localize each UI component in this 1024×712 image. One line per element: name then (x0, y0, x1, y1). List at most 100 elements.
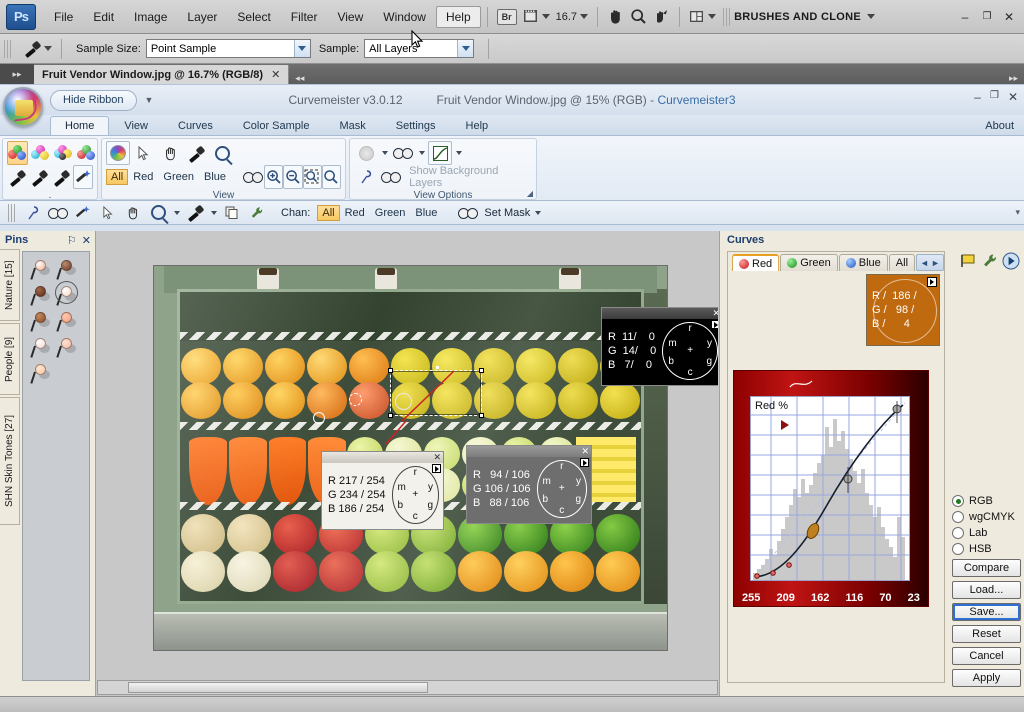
chevron-down-icon[interactable] (866, 14, 875, 19)
radio-wgcmyk[interactable]: wgCMYK (952, 511, 1022, 523)
hide-ribbon-button[interactable]: Hide Ribbon (50, 89, 137, 111)
ribbon-tab-color-sample[interactable]: Color Sample (228, 116, 325, 135)
channel-red[interactable]: Red (128, 171, 158, 183)
toggle-mask-view-button[interactable] (242, 165, 264, 189)
mask-view-button[interactable] (391, 141, 415, 165)
readout-light[interactable]: ✕ R 217 / 254 G 234 / 254 B 186 / 254 r … (321, 451, 444, 530)
crosshair-marker[interactable] (436, 365, 440, 369)
chevron-down-icon[interactable] (172, 210, 181, 215)
swatch-expand-icon[interactable] (927, 277, 937, 287)
tabstrip-scroll-left[interactable]: ◂◂ (295, 73, 304, 84)
readout-expand-icon[interactable] (432, 464, 441, 473)
arrange-documents-button[interactable] (686, 6, 719, 28)
auto-pin-button[interactable] (73, 165, 93, 189)
t2-channel-blue[interactable]: Blue (410, 207, 442, 219)
apply-button[interactable]: Apply (952, 669, 1021, 687)
close-icon[interactable]: ✕ (712, 308, 718, 319)
t2-preferences-button[interactable] (246, 203, 268, 223)
menu-edit[interactable]: Edit (83, 6, 124, 28)
readout-expand-icon[interactable] (711, 320, 718, 329)
t2-eyedropper-button[interactable] (184, 203, 206, 223)
t2-channel-green[interactable]: Green (370, 207, 411, 219)
radio-hsb[interactable]: HSB (952, 543, 1022, 555)
t2-hand-button[interactable] (122, 203, 144, 223)
sample-size-select[interactable]: Point Sample (145, 39, 311, 58)
save-button[interactable]: Save... (952, 603, 1021, 621)
about-link[interactable]: About (985, 120, 1014, 132)
close-icon[interactable]: ✕ (433, 452, 441, 463)
load-button[interactable]: Load... (952, 581, 1021, 599)
ribbon-tab-curves[interactable]: Curves (163, 116, 228, 135)
ribbon-tab-view[interactable]: View (109, 116, 163, 135)
chevron-down-icon[interactable] (417, 151, 426, 155)
cancel-button[interactable]: Cancel (952, 647, 1021, 665)
document-tab[interactable]: Fruit Vendor Window.jpg @ 16.7% (RGB/8) … (34, 65, 290, 84)
pin-toggle-button[interactable] (354, 165, 378, 189)
menu-file[interactable]: File (44, 6, 83, 28)
list-item[interactable] (30, 312, 50, 334)
pins-tab-people[interactable]: People [9] (0, 323, 20, 395)
toolbar2-overflow-icon[interactable]: ▾ (1015, 207, 1020, 218)
eyedropper-tool-button[interactable] (184, 141, 208, 165)
close-icon[interactable]: ✕ (581, 446, 589, 457)
channel-blue[interactable]: Blue (199, 171, 231, 183)
scrollbar-thumb[interactable] (128, 682, 428, 693)
list-item[interactable] (55, 281, 78, 308)
close-icon[interactable]: ✕ (82, 234, 91, 247)
toolbar2-grip[interactable] (8, 203, 15, 222)
tab-blue[interactable]: Blue (838, 254, 888, 271)
channel-nav-buttons[interactable]: ◄ ► (916, 254, 944, 271)
pin-icon[interactable]: ⚐ (67, 234, 77, 247)
hand-tool-button[interactable] (604, 6, 627, 28)
ribbon-tab-help[interactable]: Help (451, 116, 504, 135)
readout-gray[interactable]: ✕ R 94 / 106 G 106 / 106 B 88 / 106 r y … (466, 445, 592, 524)
workspace-name[interactable]: BRUSHES AND CLONE (734, 11, 861, 23)
ps-restore-button[interactable]: ❐ (976, 7, 998, 27)
tabstrip-expand-button[interactable]: ▸▸ (0, 64, 34, 84)
menu-help[interactable]: Help (435, 5, 481, 28)
tab-all[interactable]: All (888, 254, 916, 271)
bridge-button[interactable]: Br (494, 6, 520, 28)
menu-layer[interactable]: Layer (177, 6, 227, 28)
cm-restore-button[interactable]: ❐ (990, 90, 999, 104)
menu-select[interactable]: Select (227, 6, 280, 28)
zoom-tool-button[interactable] (210, 141, 234, 165)
quick-access-chevron-icon[interactable]: ▼ (145, 95, 154, 105)
list-item[interactable] (56, 260, 76, 282)
select-tool-button[interactable] (132, 141, 156, 165)
pins-list[interactable] (22, 251, 90, 681)
t2-mask-button[interactable] (47, 203, 69, 223)
rotate-view-button[interactable] (650, 6, 673, 28)
pins-tab-skin-tones[interactable]: SHN Skin Tones [27] (0, 397, 20, 525)
ps-close-button[interactable]: ✕ (998, 7, 1020, 27)
tabstrip-scroll-right[interactable]: ▸▸ (1009, 73, 1018, 84)
list-item[interactable] (56, 338, 76, 360)
cm-close-button[interactable]: ✕ (1008, 90, 1018, 104)
show-mask-button[interactable] (380, 165, 404, 189)
reset-button[interactable]: Reset (952, 625, 1021, 643)
options-bar-grip[interactable] (4, 39, 11, 58)
zoom-level-display[interactable]: 16.7 (553, 6, 591, 28)
channel-all[interactable]: All (106, 169, 129, 185)
t2-zoom-button[interactable] (147, 203, 169, 223)
radio-lab[interactable]: Lab (952, 527, 1022, 539)
canvas-horizontal-scrollbar[interactable] (97, 680, 718, 695)
radio-rgb[interactable]: RGB (952, 495, 1022, 507)
show-background-layers-label[interactable]: Show Background Layers (409, 165, 532, 189)
close-icon[interactable]: ✕ (271, 68, 280, 81)
ribbon-tab-home[interactable]: Home (50, 116, 110, 135)
colorspace-lab-button[interactable] (76, 141, 97, 165)
menu-view[interactable]: View (327, 6, 373, 28)
pin-marker-circle[interactable] (395, 392, 413, 410)
set-mask-icon-button[interactable] (457, 203, 479, 223)
curvemeister-logo-icon[interactable] (3, 87, 43, 127)
colorspace-cmy-button[interactable] (30, 141, 51, 165)
tab-green[interactable]: Green (780, 254, 838, 271)
curvemeister-preview-button[interactable] (106, 141, 130, 165)
tab-red[interactable]: Red (732, 254, 780, 271)
ribbon-tab-mask[interactable]: Mask (324, 116, 380, 135)
list-item[interactable] (56, 312, 76, 334)
list-item[interactable] (30, 338, 50, 360)
zoom-out-button[interactable] (283, 165, 303, 189)
menu-image[interactable]: Image (124, 6, 177, 28)
